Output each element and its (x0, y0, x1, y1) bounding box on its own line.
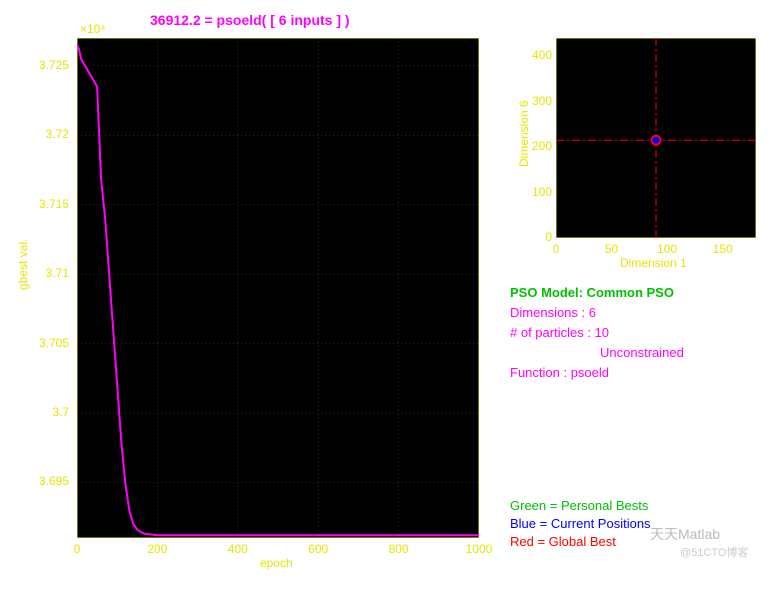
pso-model-label: PSO Model: Common PSO (510, 285, 674, 300)
watermark-sub: @51CTO博客 (680, 544, 748, 560)
ytick-r: 100 (526, 185, 552, 199)
xlabel-right: Dimension 1 (620, 256, 687, 270)
xtick-r: 50 (597, 242, 627, 256)
xtick: 600 (303, 542, 333, 556)
xtick: 0 (62, 542, 92, 556)
constraint-label: Unconstrained (600, 345, 684, 360)
ytick: 3.715 (35, 197, 69, 211)
ytick-r: 400 (526, 48, 552, 62)
dimensions-label: Dimensions : 6 (510, 305, 596, 320)
function-label: Function : psoeld (510, 365, 609, 380)
ytick: 3.705 (35, 336, 69, 350)
xlabel-left: epoch (260, 556, 293, 570)
legend-green: Green = Personal Bests (510, 498, 648, 513)
ytick: 3.71 (35, 266, 69, 280)
legend-blue: Blue = Current Positions (510, 516, 651, 531)
position-svg (556, 38, 756, 238)
convergence-plot (77, 38, 479, 538)
ytick: 3.7 (35, 405, 69, 419)
xtick-r: 100 (652, 242, 682, 256)
ylabel-right: Dimension 6 (517, 100, 531, 167)
xtick: 1000 (464, 542, 494, 556)
xtick: 400 (223, 542, 253, 556)
ytick: 3.72 (35, 127, 69, 141)
convergence-svg (77, 38, 479, 538)
xtick-r: 0 (541, 242, 571, 256)
xtick: 800 (384, 542, 414, 556)
watermark-main: 天天Matlab (650, 524, 720, 544)
position-plot (556, 38, 756, 238)
y-multiplier: ×10⁴ (80, 22, 106, 36)
ytick: 3.725 (35, 58, 69, 72)
ylabel-left: gbest val. (16, 239, 30, 290)
main-plot-title: 36912.2 = psoeld( [ 6 inputs ] ) (150, 12, 350, 28)
legend-red: Red = Global Best (510, 534, 616, 549)
ytick: 3.695 (35, 474, 69, 488)
xtick: 200 (142, 542, 172, 556)
xtick-r: 150 (708, 242, 738, 256)
particles-label: # of particles : 10 (510, 325, 609, 340)
